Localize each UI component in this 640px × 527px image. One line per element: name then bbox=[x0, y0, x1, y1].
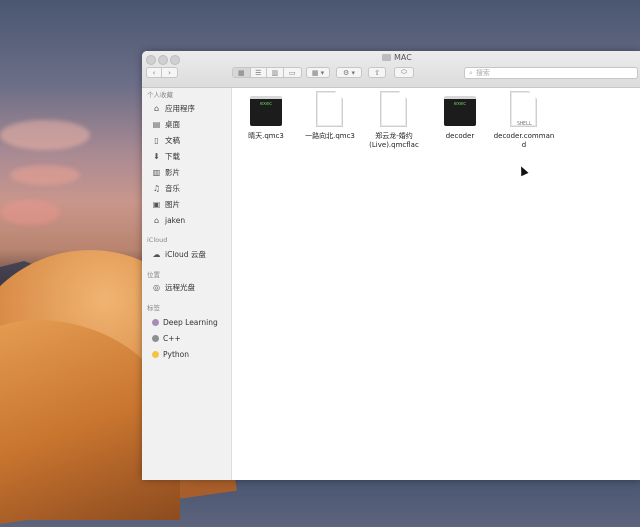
disc-icon: ◎ bbox=[153, 282, 160, 292]
list-view-icon[interactable]: ☰ bbox=[251, 68, 268, 77]
chevron-right-icon[interactable]: › bbox=[162, 68, 177, 77]
music-icon: ♫ bbox=[152, 183, 161, 193]
sidebar-item-pictures[interactable]: ▣ 图片 bbox=[152, 198, 180, 210]
tag-dot-icon bbox=[152, 350, 159, 358]
locations-section-title: 位置 bbox=[147, 271, 160, 279]
sidebar-item-home[interactable]: ⌂ jaken bbox=[152, 214, 185, 226]
title-bar: MAC ‹ › ▦ ☰ ▥ ▭ ▦ ▾ ⚙ ▾ ⇧ ⬭ ⌕ 搜索 bbox=[142, 51, 640, 88]
sidebar-tag-deep-learning[interactable]: Deep Learning bbox=[152, 316, 218, 328]
shell-badge: SHELL bbox=[517, 121, 533, 127]
home-icon: ⌂ bbox=[153, 215, 160, 225]
movies-icon: ▥ bbox=[152, 167, 161, 177]
tag-dot-icon bbox=[152, 318, 159, 326]
group-icon: ▦ ▾ bbox=[311, 68, 325, 77]
tag-button[interactable]: ⬭ bbox=[394, 67, 414, 78]
tags-section-title: 标签 bbox=[147, 304, 160, 312]
search-icon: ⌕ bbox=[469, 68, 473, 77]
pictures-icon: ▣ bbox=[152, 199, 161, 209]
sidebar-item-downloads[interactable]: ⬇ 下载 bbox=[152, 150, 180, 162]
file-name: 郑云龙-婚约 (Live).qmcflac bbox=[369, 132, 419, 149]
tag-dot-icon bbox=[152, 334, 159, 342]
action-button[interactable]: ⚙ ▾ bbox=[336, 67, 362, 78]
nav-buttons: ‹ › bbox=[146, 67, 178, 78]
applications-icon: ⌂ bbox=[153, 103, 160, 113]
sidebar-tag-python[interactable]: Python bbox=[152, 348, 189, 360]
minimize-button[interactable] bbox=[158, 55, 168, 65]
sidebar: 个人收藏 ⌂ 应用程序 ▤ 桌面 ▯ 文稿 ⬇ 下载 ▥ 影片 ♫ 音乐 ▣ 图… bbox=[142, 88, 232, 480]
sidebar-item-movies[interactable]: ▥ 影片 bbox=[152, 166, 180, 178]
favorites-section-title: 个人收藏 bbox=[147, 91, 173, 99]
group-button[interactable]: ▦ ▾ bbox=[306, 67, 330, 78]
downloads-icon: ⬇ bbox=[153, 151, 160, 161]
share-button[interactable]: ⇧ bbox=[368, 67, 386, 78]
view-switcher: ▦ ☰ ▥ ▭ bbox=[232, 67, 302, 78]
close-button[interactable] bbox=[146, 55, 156, 65]
terminal-exec-icon: exec bbox=[444, 96, 476, 126]
desktop-icon: ▤ bbox=[152, 119, 161, 129]
icloud-section-title: iCloud bbox=[147, 236, 168, 244]
file-name: 一路向北.qmc3 bbox=[305, 132, 355, 140]
cloud-icon: ☁ bbox=[152, 249, 161, 259]
document-icon bbox=[380, 91, 407, 127]
file-name: decoder.comman d bbox=[493, 132, 555, 149]
sidebar-item-documents[interactable]: ▯ 文稿 bbox=[152, 134, 180, 146]
share-icon: ⇧ bbox=[374, 68, 380, 77]
icon-view-icon[interactable]: ▦ bbox=[233, 68, 251, 77]
terminal-exec-icon: exec bbox=[250, 96, 282, 126]
search-input[interactable]: ⌕ 搜索 bbox=[464, 67, 638, 79]
documents-icon: ▯ bbox=[154, 135, 159, 145]
file-name: 晴天.qmc3 bbox=[248, 132, 284, 140]
search-placeholder: 搜索 bbox=[475, 69, 490, 77]
sidebar-item-desktop[interactable]: ▤ 桌面 bbox=[152, 118, 180, 130]
file-item[interactable]: 郑云龙-婚约 (Live).qmcflac bbox=[362, 88, 426, 168]
tag-icon: ⬭ bbox=[401, 68, 407, 76]
sidebar-item-music[interactable]: ♫ 音乐 bbox=[152, 182, 180, 194]
file-item[interactable]: SHELL decoder.comman d bbox=[492, 88, 556, 168]
sidebar-item-remote-disc[interactable]: ◎ 远程光盘 bbox=[152, 281, 195, 293]
file-item[interactable]: 一路向北.qmc3 bbox=[298, 88, 362, 158]
gallery-view-icon[interactable]: ▭ bbox=[284, 68, 301, 77]
gear-icon: ⚙ ▾ bbox=[342, 68, 355, 77]
file-item[interactable]: exec decoder bbox=[428, 88, 492, 158]
sidebar-item-icloud-drive[interactable]: ☁ iCloud 云盘 bbox=[152, 248, 206, 260]
finder-window: MAC ‹ › ▦ ☰ ▥ ▭ ▦ ▾ ⚙ ▾ ⇧ ⬭ ⌕ 搜索 个人收藏 ⌂ … bbox=[142, 51, 640, 480]
file-item[interactable]: exec 晴天.qmc3 bbox=[234, 88, 298, 158]
file-area: exec 晴天.qmc3 一路向北.qmc3 郑云龙-婚约 (Live).qmc… bbox=[232, 88, 640, 480]
chevron-left-icon[interactable]: ‹ bbox=[147, 68, 163, 77]
column-view-icon[interactable]: ▥ bbox=[267, 68, 284, 77]
sidebar-tag-cpp[interactable]: C++ bbox=[152, 332, 181, 344]
file-name: decoder bbox=[445, 132, 475, 140]
sidebar-item-applications[interactable]: ⌂ 应用程序 bbox=[152, 102, 195, 114]
document-icon bbox=[316, 91, 343, 127]
window-title: MAC bbox=[382, 53, 412, 62]
folder-icon bbox=[382, 54, 391, 61]
zoom-button[interactable] bbox=[170, 55, 180, 65]
